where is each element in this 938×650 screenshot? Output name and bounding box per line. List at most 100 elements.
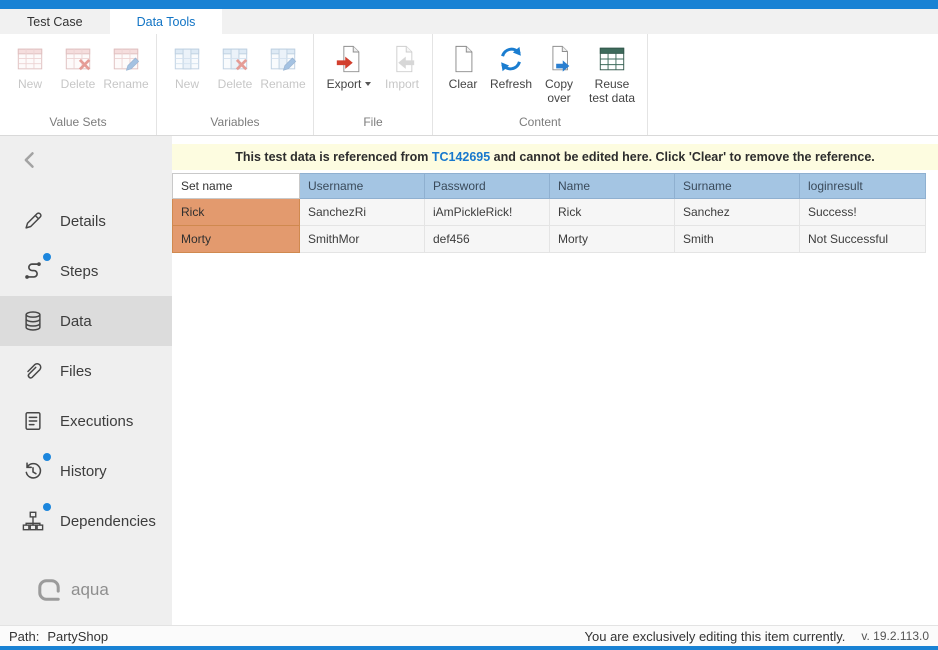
sidebar-item-label: Dependencies <box>60 513 156 530</box>
cell-loginresult[interactable]: Not Successful <box>800 226 926 253</box>
cell-username[interactable]: SmithMor <box>300 226 425 253</box>
column-header-set-name[interactable]: Set name <box>173 174 300 199</box>
table-delete-icon <box>62 43 94 75</box>
sidebar-item-steps[interactable]: Steps <box>0 246 172 296</box>
column-new-icon <box>171 43 203 75</box>
clear-document-icon <box>447 43 479 75</box>
main-panel: This test data is referenced from TC1426… <box>172 136 938 625</box>
cell-surname[interactable]: Sanchez <box>675 199 800 226</box>
sidebar-item-label: History <box>60 463 107 480</box>
tc-reference-link[interactable]: TC142695 <box>432 150 490 164</box>
sidebar-item-details[interactable]: Details <box>0 196 172 246</box>
sidebar-item-executions[interactable]: Executions <box>0 396 172 446</box>
database-icon <box>22 310 44 332</box>
copy-over-icon <box>543 43 575 75</box>
group-label-variables: Variables <box>160 113 310 135</box>
ribbon-group-variables: New Delete Rename Variables <box>157 34 314 135</box>
notice-text-after: and cannot be edited here. Click 'Clear'… <box>490 150 875 164</box>
column-delete-icon <box>219 43 251 75</box>
grid-header-row: Set name Username Password Name Surname … <box>173 174 926 199</box>
back-chevron-icon <box>20 150 40 170</box>
path-label: Path: <box>9 629 39 644</box>
window-title-bar <box>0 0 938 9</box>
reuse-table-icon <box>596 43 628 75</box>
sidebar-item-label: Files <box>60 363 92 380</box>
refresh-button[interactable]: Refresh <box>487 41 535 94</box>
tab-test-case[interactable]: Test Case <box>0 9 110 34</box>
notice-text-before: This test data is referenced from <box>235 150 432 164</box>
cell-password[interactable]: def456 <box>425 226 550 253</box>
column-rename-icon <box>267 43 299 75</box>
cell-surname[interactable]: Smith <box>675 226 800 253</box>
cell-name[interactable]: Morty <box>550 226 675 253</box>
history-icon <box>22 460 44 482</box>
table-row: Rick SanchezRi iAmPickleRick! Rick Sanch… <box>173 199 926 226</box>
sidebar-item-dependencies[interactable]: Dependencies <box>0 496 172 546</box>
ribbon-tab-bar: Test Case Data Tools <box>0 9 938 34</box>
editing-status-message: You are exclusively editing this item cu… <box>585 629 846 644</box>
group-label-value-sets: Value Sets <box>3 113 153 135</box>
sidebar: Details Steps Data <box>0 136 172 625</box>
sidebar-item-data[interactable]: Data <box>0 296 172 346</box>
paperclip-icon <box>22 360 44 382</box>
sidebar-item-label: Steps <box>60 263 98 280</box>
cell-password[interactable]: iAmPickleRick! <box>425 199 550 226</box>
table-rename-icon <box>110 43 142 75</box>
executions-icon <box>22 410 44 432</box>
ribbon: New Delete Rename Value Sets <box>0 34 938 136</box>
edit-icon <box>22 210 44 232</box>
tab-data-tools[interactable]: Data Tools <box>110 9 223 34</box>
cell-name[interactable]: Rick <box>550 199 675 226</box>
cell-set-name[interactable]: Rick <box>173 199 300 226</box>
notification-dot <box>43 453 51 461</box>
sidebar-item-files[interactable]: Files <box>0 346 172 396</box>
valueset-new-button: New <box>6 41 54 94</box>
sidebar-nav: Details Steps Data <box>0 196 172 546</box>
ribbon-group-content: Clear Refresh Copy over <box>433 34 648 135</box>
column-header-password[interactable]: Password <box>425 174 550 199</box>
back-button[interactable] <box>20 150 44 174</box>
table-new-icon <box>14 43 46 75</box>
aqua-logo-text: aqua <box>71 580 109 600</box>
ribbon-group-value-sets: New Delete Rename Value Sets <box>0 34 157 135</box>
sidebar-item-history[interactable]: History <box>0 446 172 496</box>
export-button[interactable]: Export <box>320 41 378 94</box>
app-window: Test Case Data Tools New Delete <box>0 0 938 650</box>
table-row: Morty SmithMor def456 Morty Smith Not Su… <box>173 226 926 253</box>
aqua-logo-icon <box>36 577 62 603</box>
column-header-username[interactable]: Username <box>300 174 425 199</box>
group-label-file: File <box>317 113 429 135</box>
notification-dot <box>43 253 51 261</box>
export-dropdown-caret-icon <box>365 82 371 86</box>
notification-bar: This test data is referenced from TC1426… <box>172 144 938 170</box>
import-icon <box>386 43 418 75</box>
test-data-grid: Set name Username Password Name Surname … <box>172 173 926 253</box>
cell-set-name[interactable]: Morty <box>173 226 300 253</box>
variable-delete-button: Delete <box>211 41 259 94</box>
aqua-logo: aqua <box>36 577 109 603</box>
column-header-name[interactable]: Name <box>550 174 675 199</box>
sidebar-item-label: Data <box>60 313 92 330</box>
steps-icon <box>22 260 44 282</box>
valueset-delete-button: Delete <box>54 41 102 94</box>
import-button: Import <box>378 41 426 94</box>
group-label-content: Content <box>436 113 644 135</box>
refresh-icon <box>495 43 527 75</box>
clear-button[interactable]: Clear <box>439 41 487 94</box>
variable-new-button: New <box>163 41 211 94</box>
reuse-test-data-button[interactable]: Reuse test data <box>583 41 641 108</box>
status-bar: Path: PartyShop You are exclusively edit… <box>0 625 938 646</box>
cell-username[interactable]: SanchezRi <box>300 199 425 226</box>
sidebar-item-label: Executions <box>60 413 133 430</box>
export-icon <box>333 43 365 75</box>
valueset-rename-button: Rename <box>102 41 150 94</box>
version-label: v. 19.2.113.0 <box>861 629 929 643</box>
ribbon-group-file: Export Import File <box>314 34 433 135</box>
bottom-accent-bar <box>0 646 938 650</box>
hierarchy-icon <box>22 510 44 532</box>
copy-over-button[interactable]: Copy over <box>535 41 583 108</box>
column-header-surname[interactable]: Surname <box>675 174 800 199</box>
cell-loginresult[interactable]: Success! <box>800 199 926 226</box>
sidebar-item-label: Details <box>60 213 106 230</box>
column-header-loginresult[interactable]: loginresult <box>800 174 926 199</box>
